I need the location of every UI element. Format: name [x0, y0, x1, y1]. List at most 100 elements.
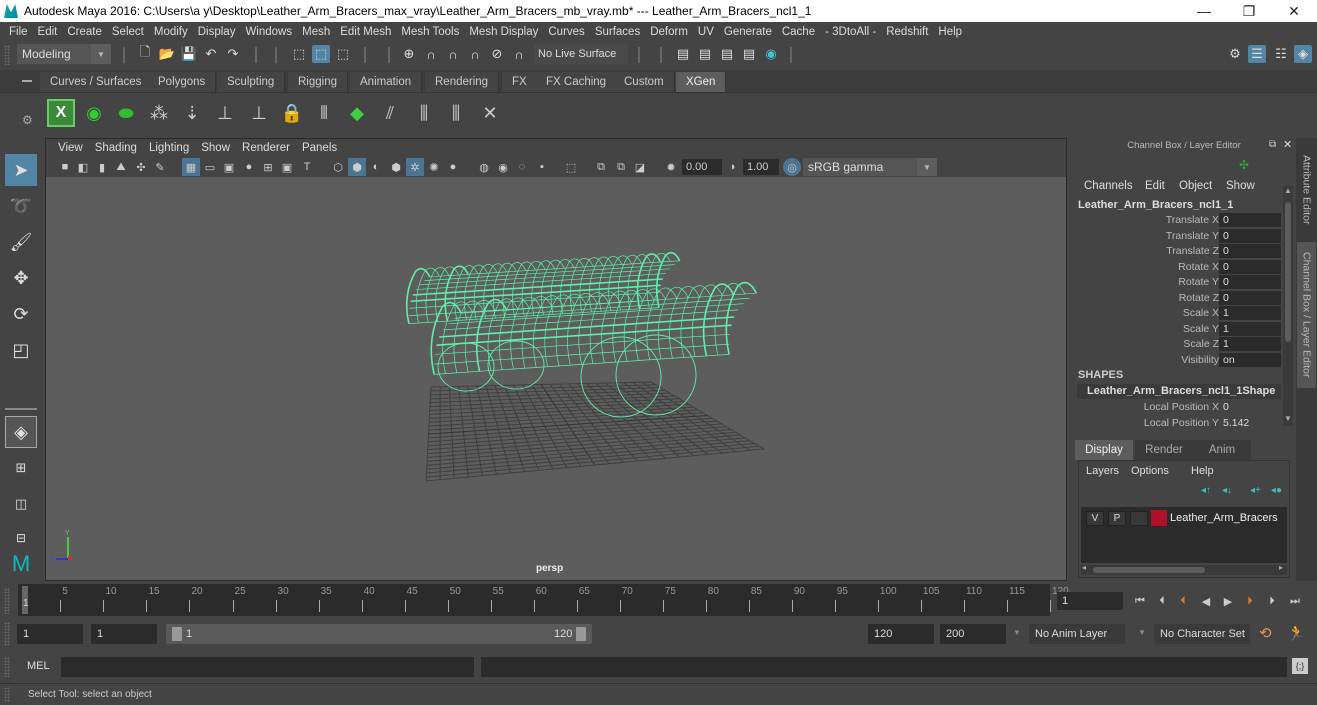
viewport-menu-shading[interactable]: Shading — [89, 142, 143, 154]
attribute-row[interactable]: Scale X1 — [1073, 306, 1281, 321]
attribute-value[interactable]: 0 — [1219, 228, 1281, 244]
attribute-label[interactable]: Rotate X — [1178, 261, 1219, 273]
grid-toggle-icon[interactable]: ▦ — [182, 158, 200, 176]
step-forward-frame-icon[interactable]: ⏵ — [1263, 592, 1281, 610]
shelf-tab-fx[interactable]: FX — [502, 72, 538, 92]
go-to-end-icon[interactable]: ⏭ — [1286, 592, 1304, 610]
grip-handle[interactable] — [4, 588, 10, 614]
attribute-label[interactable]: Local Position Y — [1144, 417, 1219, 429]
shadows-icon[interactable]: ● — [444, 158, 462, 176]
float-panel-icon[interactable]: ⧉ — [1269, 139, 1276, 150]
attribute-value[interactable]: 5.142 — [1219, 416, 1281, 431]
shape-attribute-row[interactable]: Local Position X0 — [1073, 400, 1281, 415]
new-layer-icon[interactable]: ◂+ — [1250, 485, 1261, 496]
shape-attribute-row[interactable]: Local Position Y 5.142 — [1073, 416, 1281, 431]
menu-curves[interactable]: Curves — [543, 26, 589, 38]
resolution-gate-icon[interactable]: ▣ — [220, 158, 238, 176]
screen-space-ao-icon[interactable]: ◍ — [475, 158, 493, 176]
current-frame-field[interactable]: 1 — [1057, 592, 1123, 610]
attribute-label[interactable]: Translate X — [1166, 214, 1219, 226]
wireframe-icon[interactable]: ⬡ — [329, 158, 347, 176]
exposure-icon[interactable]: ✹ — [662, 158, 680, 176]
menu-mesh-tools[interactable]: Mesh Tools — [396, 26, 464, 38]
render-current-frame-icon[interactable]: ▤ — [696, 45, 714, 63]
rotate-tool-icon[interactable]: ⟳ — [5, 298, 37, 330]
snap-to-curve-icon[interactable]: ∩ — [422, 45, 440, 63]
script-editor-icon[interactable]: {;} — [1292, 658, 1308, 674]
chevron-down-icon[interactable]: ▼ — [1013, 628, 1021, 637]
xgen-place-guide-icon[interactable]: ⇣ — [178, 99, 206, 127]
object-name[interactable]: Leather_Arm_Bracers_ncl1_1 — [1078, 199, 1233, 211]
shelf-tab-polygons[interactable]: Polygons — [148, 72, 217, 92]
shelf-tab-curves-surfaces[interactable]: Curves / Surfaces — [40, 72, 153, 92]
minimize-button[interactable]: — — [1181, 0, 1227, 22]
viewport-menu-show[interactable]: Show — [195, 142, 236, 154]
menu-windows[interactable]: Windows — [240, 26, 297, 38]
layer-hscrollbar[interactable]: ◂ ▸ — [1081, 563, 1287, 575]
xray-active-components-icon[interactable]: ⧉ — [612, 158, 630, 176]
xgen-delete-guide-icon[interactable]: ✕ — [476, 99, 504, 127]
attribute-row[interactable]: Translate Z0 — [1073, 244, 1281, 259]
color-management-icon[interactable]: ◎ — [783, 158, 801, 176]
attribute-row[interactable]: Scale Z1 — [1073, 337, 1281, 352]
film-gate-icon[interactable]: ▭ — [201, 158, 219, 176]
menu-display[interactable]: Display — [193, 26, 241, 38]
anim-layer-dropdown[interactable]: No Anim Layer — [1029, 624, 1125, 644]
viewport-menu-view[interactable]: View — [52, 142, 89, 154]
render-settings-icon[interactable]: ▤ — [740, 45, 758, 63]
xgen-add-or-move-guide-icon[interactable]: ⊥ — [211, 99, 239, 127]
menu-cache[interactable]: Cache — [777, 26, 820, 38]
cb-menu-edit[interactable]: Edit — [1145, 180, 1165, 192]
xgen-grid-icon[interactable]: ◆ — [343, 99, 371, 127]
menu-mesh-display[interactable]: Mesh Display — [464, 26, 543, 38]
cb-menu-object[interactable]: Object — [1179, 180, 1212, 192]
mode-selector[interactable]: Modeling ▼ — [17, 44, 111, 64]
play-backwards-icon[interactable]: ◀ — [1197, 592, 1215, 610]
shelf-tab-fx-caching[interactable]: FX Caching — [536, 72, 618, 92]
ipr-render-icon[interactable]: ▤ — [718, 45, 736, 63]
textured-icon[interactable]: ✲ — [406, 158, 424, 176]
snap-to-point-icon[interactable]: ∩ — [444, 45, 462, 63]
exposure-field[interactable]: 0.00 — [682, 159, 722, 175]
time-slider[interactable]: 1 5 10 15 20 25 30 35 40 45 50 55 60 65 70 75 80 85 90 95 1… — [18, 584, 1069, 616]
use-all-lights-icon[interactable]: ✺ — [425, 158, 443, 176]
maya-home-icon[interactable]: M — [5, 548, 37, 580]
grip-handle[interactable] — [4, 622, 10, 646]
render-view-icon[interactable]: ▤ — [674, 45, 692, 63]
command-language-label[interactable]: MEL — [27, 660, 50, 672]
shelf-settings-icon[interactable]: ⚙ — [22, 113, 33, 127]
select-by-hierarchy-icon[interactable]: ⬚ — [290, 45, 308, 63]
channel-box-toggle-icon[interactable]: ◈ — [1294, 45, 1312, 63]
anti-aliasing-icon[interactable]: ◌ — [513, 158, 531, 176]
xgen-preview-icon[interactable]: ◉ — [80, 99, 108, 127]
menu-redshift[interactable]: Redshift — [881, 26, 933, 38]
new-scene-icon[interactable]: 🗋 — [136, 44, 154, 63]
layer-display-type-toggle[interactable] — [1130, 511, 1148, 526]
go-to-start-icon[interactable]: ⏮ — [1131, 592, 1149, 610]
menu-file[interactable]: File — [4, 26, 33, 38]
attribute-label[interactable]: Visibility — [1181, 354, 1219, 366]
grip-handle[interactable] — [4, 687, 10, 703]
layer-name[interactable]: Leather_Arm_Bracers — [1170, 512, 1278, 524]
xgen-guide-shape-icon[interactable]: ⫴ — [310, 99, 338, 127]
xgen-guide-display-icon[interactable]: ⫼ — [442, 99, 470, 127]
xray-icon[interactable]: ⧉ — [592, 158, 610, 176]
chevron-down-icon[interactable]: ▼ — [1138, 628, 1146, 637]
shelf-tab-sculpting[interactable]: Sculpting — [217, 72, 286, 92]
attribute-value[interactable]: on — [1219, 352, 1281, 368]
xgen-add-guide-icon[interactable]: ⁂ — [145, 99, 173, 127]
start-time-field[interactable]: 1 — [17, 624, 83, 644]
layer-menu-options[interactable]: Options — [1131, 465, 1169, 477]
step-back-key-icon[interactable]: ⏴ — [1174, 592, 1192, 610]
select-tool-icon[interactable]: ➤ — [5, 154, 37, 186]
move-layer-down-icon[interactable]: ◂↓ — [1222, 485, 1232, 496]
layer-color-swatch[interactable] — [1151, 510, 1167, 526]
scale-tool-icon[interactable]: ◰ — [5, 334, 37, 366]
motion-blur-icon[interactable]: ◉ — [494, 158, 512, 176]
step-back-frame-icon[interactable]: ⏴ — [1153, 592, 1171, 610]
shelf-tab-xgen[interactable]: XGen — [676, 72, 727, 92]
close-panel-icon[interactable]: ✕ — [1283, 138, 1292, 151]
attribute-row[interactable]: Translate Y0 — [1073, 228, 1281, 244]
move-tool-icon[interactable]: ✥ — [5, 262, 37, 294]
modeling-toolkit-icon[interactable]: ⚙ — [1226, 45, 1244, 63]
